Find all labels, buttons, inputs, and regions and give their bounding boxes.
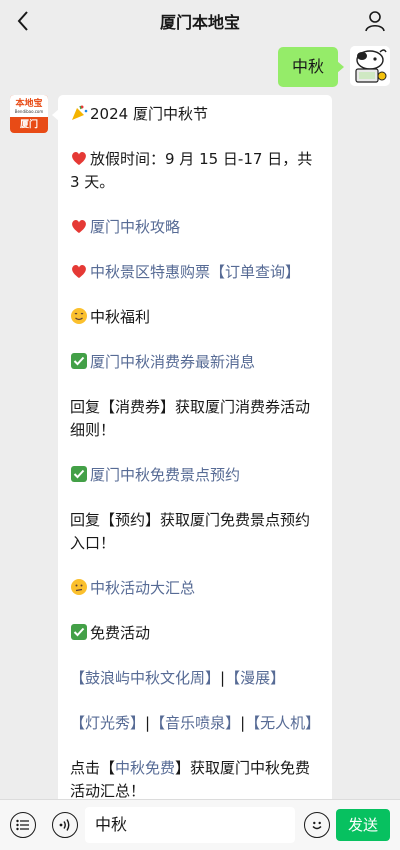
red-heart-icon [72, 265, 86, 278]
link-light-show[interactable]: 【灯光秀】 [70, 714, 145, 732]
bot-avatar[interactable]: 本地宝 Bendibao.com 厦门 [10, 95, 48, 133]
chat-area[interactable]: 中秋 本地宝 Bendibao.com 厦门 2024 厦门中秋节 放假时间：9… [0, 42, 400, 799]
menu-list-icon [16, 819, 29, 831]
reply-line: 点击【中秋免费】获取厦门中秋免费活动汇总！ [70, 759, 311, 799]
reply-line: 放假时间：9 月 15 日-17 日，共 3 天。 [70, 150, 313, 191]
smiling-face-icon [71, 308, 87, 324]
chevron-left-icon [17, 11, 28, 31]
user-message: 中秋 [277, 46, 390, 87]
check-mark-button-icon [71, 624, 87, 640]
link-free-mid-autumn[interactable]: 中秋免费 [115, 759, 175, 777]
reply-link-line[interactable]: 厦门中秋消费券最新消息 [70, 351, 322, 374]
bot-message: 本地宝 Bendibao.com 厦门 2024 厦门中秋节 放假时间：9 月 … [10, 95, 332, 799]
link-music-fountain[interactable]: 【音乐喷泉】 [150, 714, 240, 732]
user-bubble[interactable]: 中秋 [277, 47, 345, 87]
reply-link-line[interactable]: 中秋活动大汇总 [70, 577, 322, 600]
reply-link-line[interactable]: 中秋景区特惠购票【订单查询】 [70, 261, 322, 284]
bot-url: Bendibao.com [14, 108, 44, 114]
link-xiamen-mid-autumn-guide[interactable]: 厦门中秋攻略 [90, 218, 180, 236]
cartoon-cow-avatar-icon [350, 46, 390, 86]
menu-button[interactable] [10, 812, 36, 838]
bot-brand: 本地宝 [15, 98, 43, 109]
red-heart-icon [72, 220, 86, 233]
reply-line: 2024 厦门中秋节 [70, 103, 322, 126]
reply-link-line: 【鼓浪屿中秋文化周】|【漫展】 [70, 669, 286, 687]
reply-line: 中秋福利 [70, 306, 322, 329]
bot-city: 厦门 [19, 120, 38, 130]
back-button[interactable] [10, 6, 36, 36]
voice-button[interactable] [52, 812, 78, 838]
reply-line: 回复【预约】获取厦门免费景点预约入口！ [70, 511, 311, 552]
nav-bar: 厦门本地宝 [0, 0, 400, 42]
send-button[interactable]: 发送 [336, 809, 390, 841]
reply-line: 回复【消费券】获取厦门消费券活动细则！ [70, 398, 311, 439]
link-consumption-voucher-news[interactable]: 厦门中秋消费券最新消息 [90, 353, 255, 371]
link-free-attraction-booking[interactable]: 厦门中秋免费景点预约 [90, 466, 240, 484]
emoji-button[interactable] [304, 812, 330, 838]
bot-bubble: 2024 厦门中秋节 放假时间：9 月 15 日-17 日，共 3 天。 厦门中… [52, 95, 332, 799]
profile-button[interactable] [362, 8, 388, 34]
reply-link-line: 【灯光秀】|【音乐喷泉】|【无人机】 [70, 714, 321, 732]
emoji-face-icon [312, 821, 322, 830]
person-icon [365, 11, 385, 32]
red-heart-icon [72, 152, 86, 165]
check-mark-button-icon [71, 466, 87, 482]
link-gulangyu-culture-week[interactable]: 【鼓浪屿中秋文化周】 [70, 669, 220, 687]
link-drone-show[interactable]: 【无人机】 [245, 714, 320, 732]
reply-link-line[interactable]: 厦门中秋攻略 [70, 216, 322, 239]
link-activities-summary[interactable]: 中秋活动大汇总 [90, 579, 195, 597]
voice-wave-icon [59, 819, 70, 831]
user-avatar[interactable] [350, 46, 390, 86]
check-mark-button-icon [71, 353, 87, 369]
link-comic-expo[interactable]: 【漫展】 [225, 669, 285, 687]
page-title: 厦门本地宝 [159, 13, 240, 32]
reply-link-line[interactable]: 厦门中秋免费景点预约 [70, 464, 322, 487]
party-popper-icon [72, 105, 88, 120]
thinking-face-icon [71, 579, 87, 595]
composer-bar: 中秋 发送 [0, 799, 400, 850]
reply-line: 免费活动 [70, 622, 322, 645]
link-ticket-discount[interactable]: 中秋景区特惠购票【订单查询】 [90, 263, 300, 281]
message-input[interactable]: 中秋 [85, 807, 295, 843]
